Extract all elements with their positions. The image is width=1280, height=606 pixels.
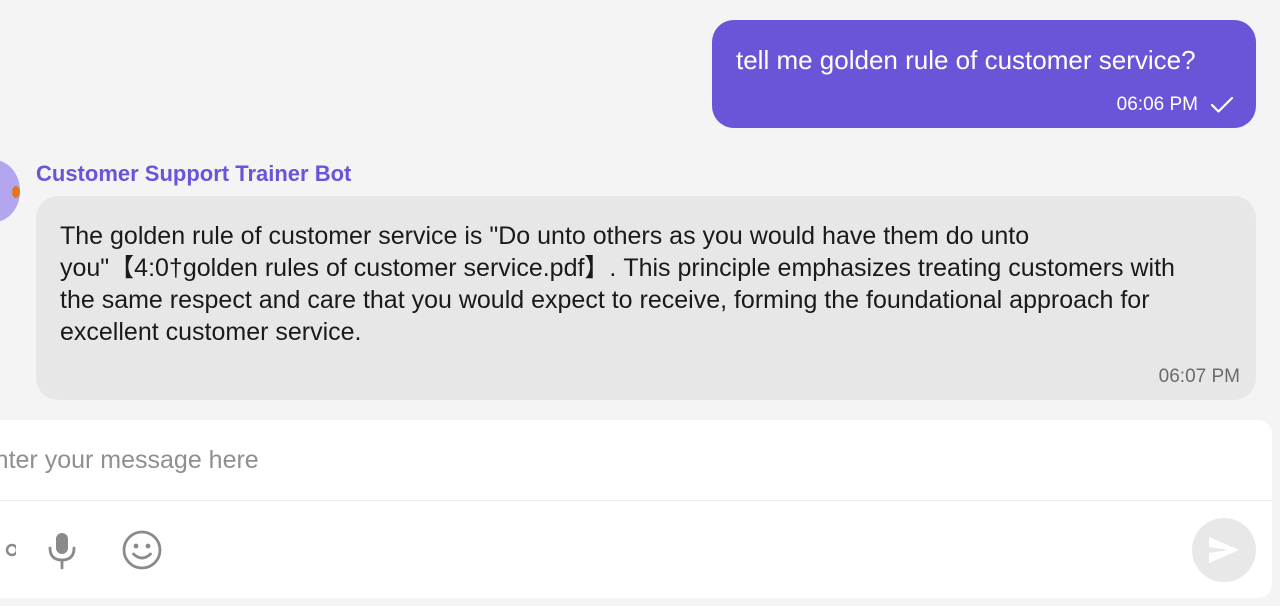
- send-button[interactable]: [1192, 518, 1256, 582]
- user-message-time: 06:06 PM: [1116, 94, 1198, 115]
- send-icon: [1209, 537, 1239, 563]
- bot-avatar: [0, 160, 20, 222]
- bot-message-bubble: The golden rule of customer service is "…: [36, 196, 1256, 400]
- microphone-icon[interactable]: [40, 528, 84, 572]
- bot-message-time: 06:07 PM: [1158, 366, 1240, 387]
- avatar-emblem-icon: [12, 186, 20, 198]
- user-message-meta: 06:06 PM: [1117, 94, 1234, 116]
- emoji-icon[interactable]: [120, 528, 164, 572]
- composer-divider: [0, 500, 1272, 501]
- message-input[interactable]: [0, 420, 1272, 500]
- message-composer: [0, 420, 1272, 598]
- bot-sender-name: Customer Support Trainer Bot: [36, 161, 352, 186]
- user-message-bubble: tell me golden rule of customer service?…: [712, 20, 1256, 128]
- attachment-icon[interactable]: [0, 528, 28, 572]
- bot-message-text: The golden rule of customer service is "…: [60, 222, 1175, 346]
- checkmark-icon: [1210, 96, 1234, 114]
- user-message-text: tell me golden rule of customer service?: [736, 45, 1196, 75]
